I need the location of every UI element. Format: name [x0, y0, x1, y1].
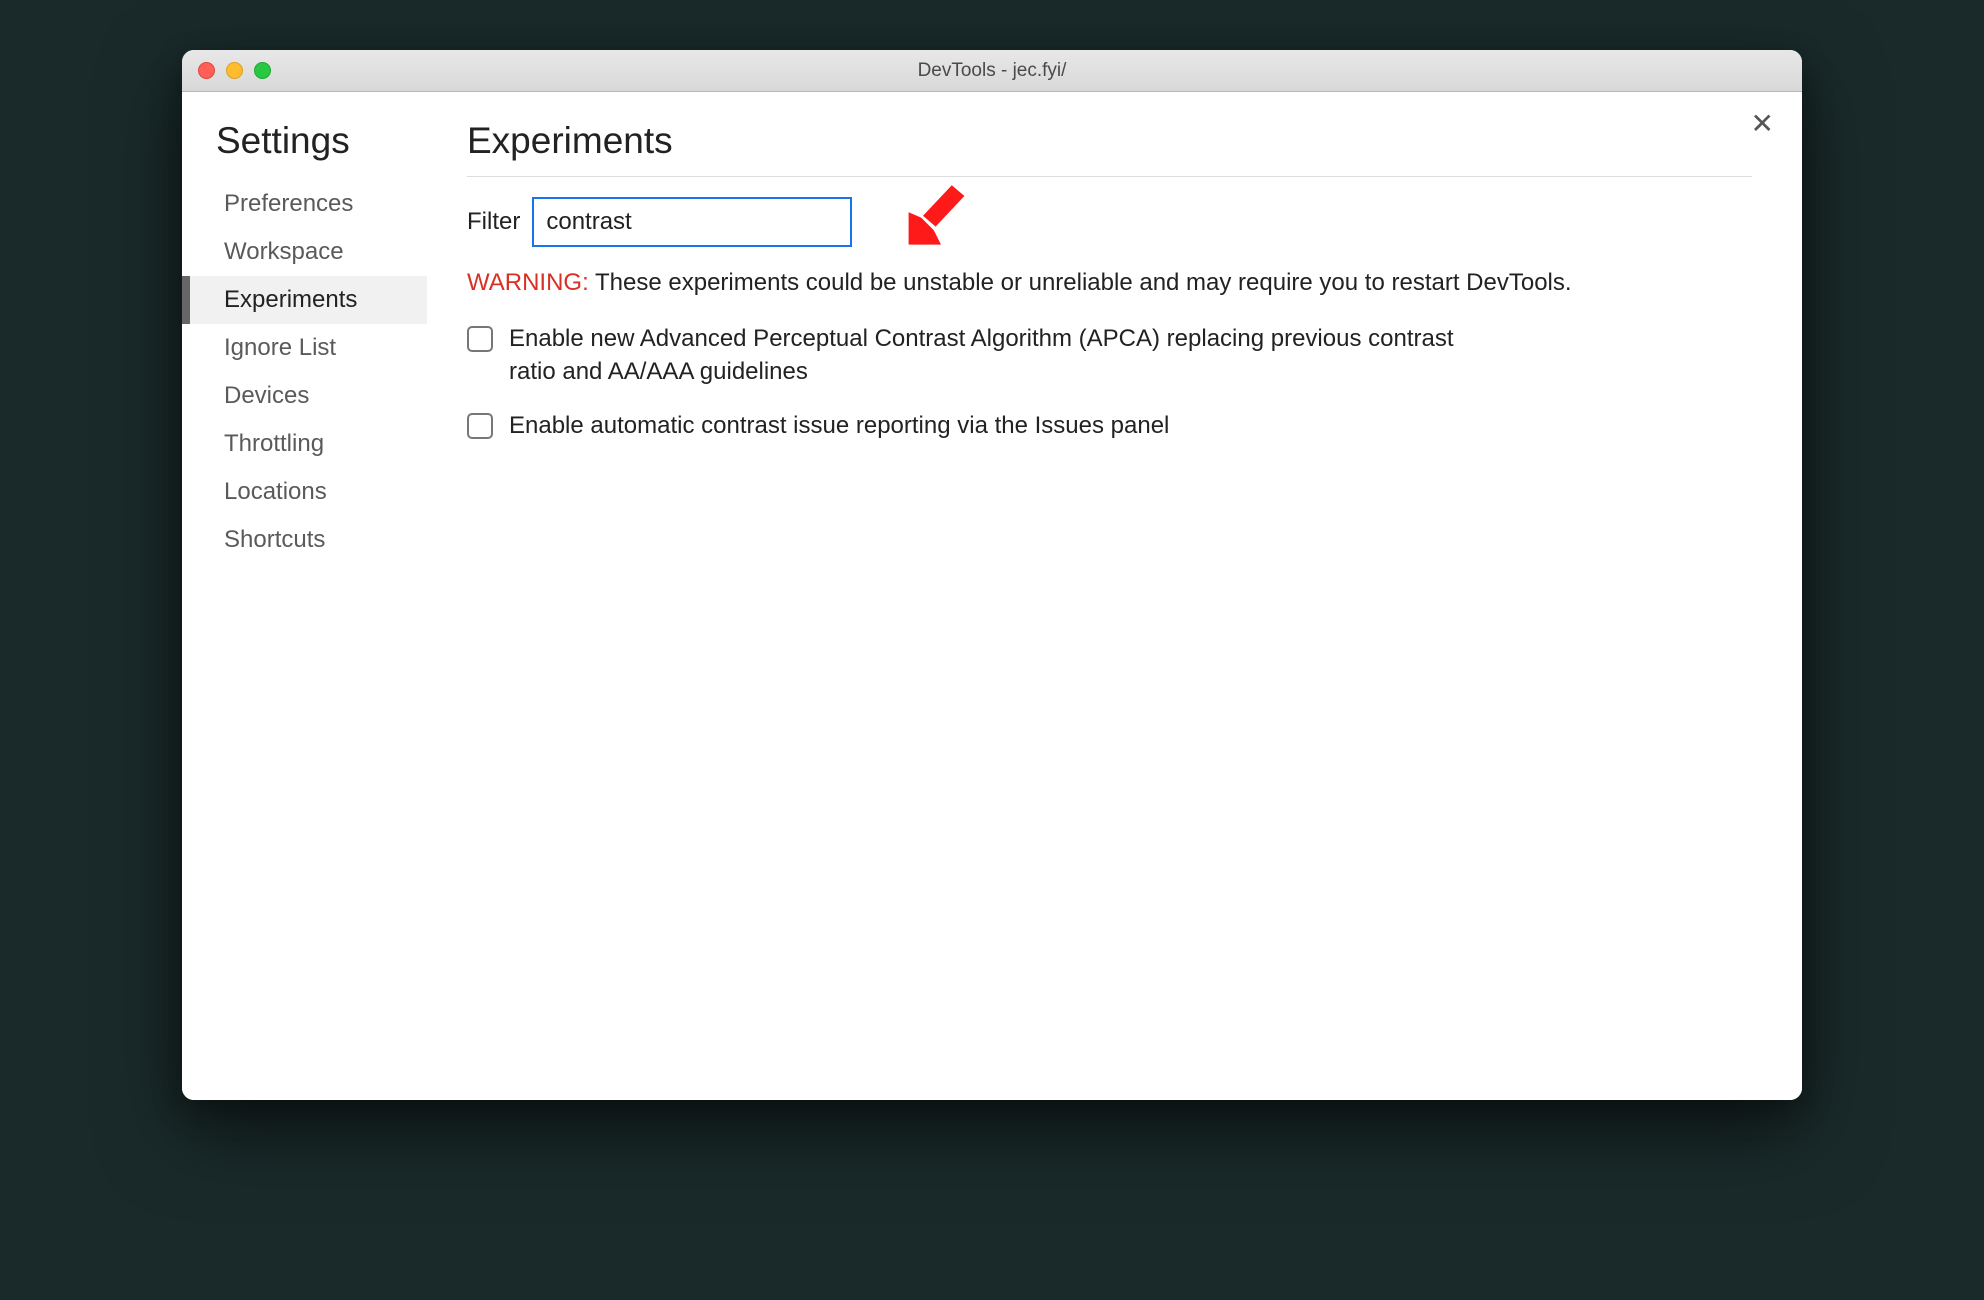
traffic-lights — [198, 62, 271, 79]
filter-label: Filter — [467, 208, 520, 236]
warning-text: WARNING: These experiments could be unst… — [467, 267, 1752, 299]
sidebar-item-throttling[interactable]: Throttling — [182, 420, 427, 468]
settings-sidebar: Settings Preferences Workspace Experimen… — [182, 92, 427, 1100]
titlebar: DevTools - jec.fyi/ — [182, 50, 1802, 92]
sidebar-item-devices[interactable]: Devices — [182, 372, 427, 420]
window-title: DevTools - jec.fyi/ — [182, 60, 1802, 82]
filter-row: Filter — [467, 197, 1752, 247]
annotation-arrow-icon — [887, 169, 977, 259]
experiment-row-contrast-issues: Enable automatic contrast issue reportin… — [467, 410, 1487, 442]
warning-label: WARNING: — [467, 269, 589, 296]
page-title: Experiments — [467, 120, 1752, 177]
close-window-button[interactable] — [198, 62, 215, 79]
sidebar-item-workspace[interactable]: Workspace — [182, 228, 427, 276]
sidebar-item-ignore-list[interactable]: Ignore List — [182, 324, 427, 372]
experiment-checkbox-contrast-issues[interactable] — [467, 413, 493, 439]
settings-panel: ✕ Settings Preferences Workspace Experim… — [182, 92, 1802, 1100]
warning-body: These experiments could be unstable or u… — [589, 269, 1572, 296]
experiment-label: Enable automatic contrast issue reportin… — [509, 410, 1169, 442]
maximize-window-button[interactable] — [254, 62, 271, 79]
sidebar-item-shortcuts[interactable]: Shortcuts — [182, 516, 427, 564]
sidebar-item-locations[interactable]: Locations — [182, 468, 427, 516]
experiment-row-apca: Enable new Advanced Perceptual Contrast … — [467, 323, 1487, 388]
sidebar-title: Settings — [182, 120, 427, 180]
filter-input[interactable] — [532, 197, 852, 247]
minimize-window-button[interactable] — [226, 62, 243, 79]
devtools-window: DevTools - jec.fyi/ ✕ Settings Preferenc… — [182, 50, 1802, 1100]
experiment-label: Enable new Advanced Perceptual Contrast … — [509, 323, 1487, 388]
sidebar-item-experiments[interactable]: Experiments — [182, 276, 427, 324]
settings-main: Experiments Filter WARNING: These experi… — [427, 92, 1802, 1100]
experiment-checkbox-apca[interactable] — [467, 326, 493, 352]
sidebar-item-preferences[interactable]: Preferences — [182, 180, 427, 228]
